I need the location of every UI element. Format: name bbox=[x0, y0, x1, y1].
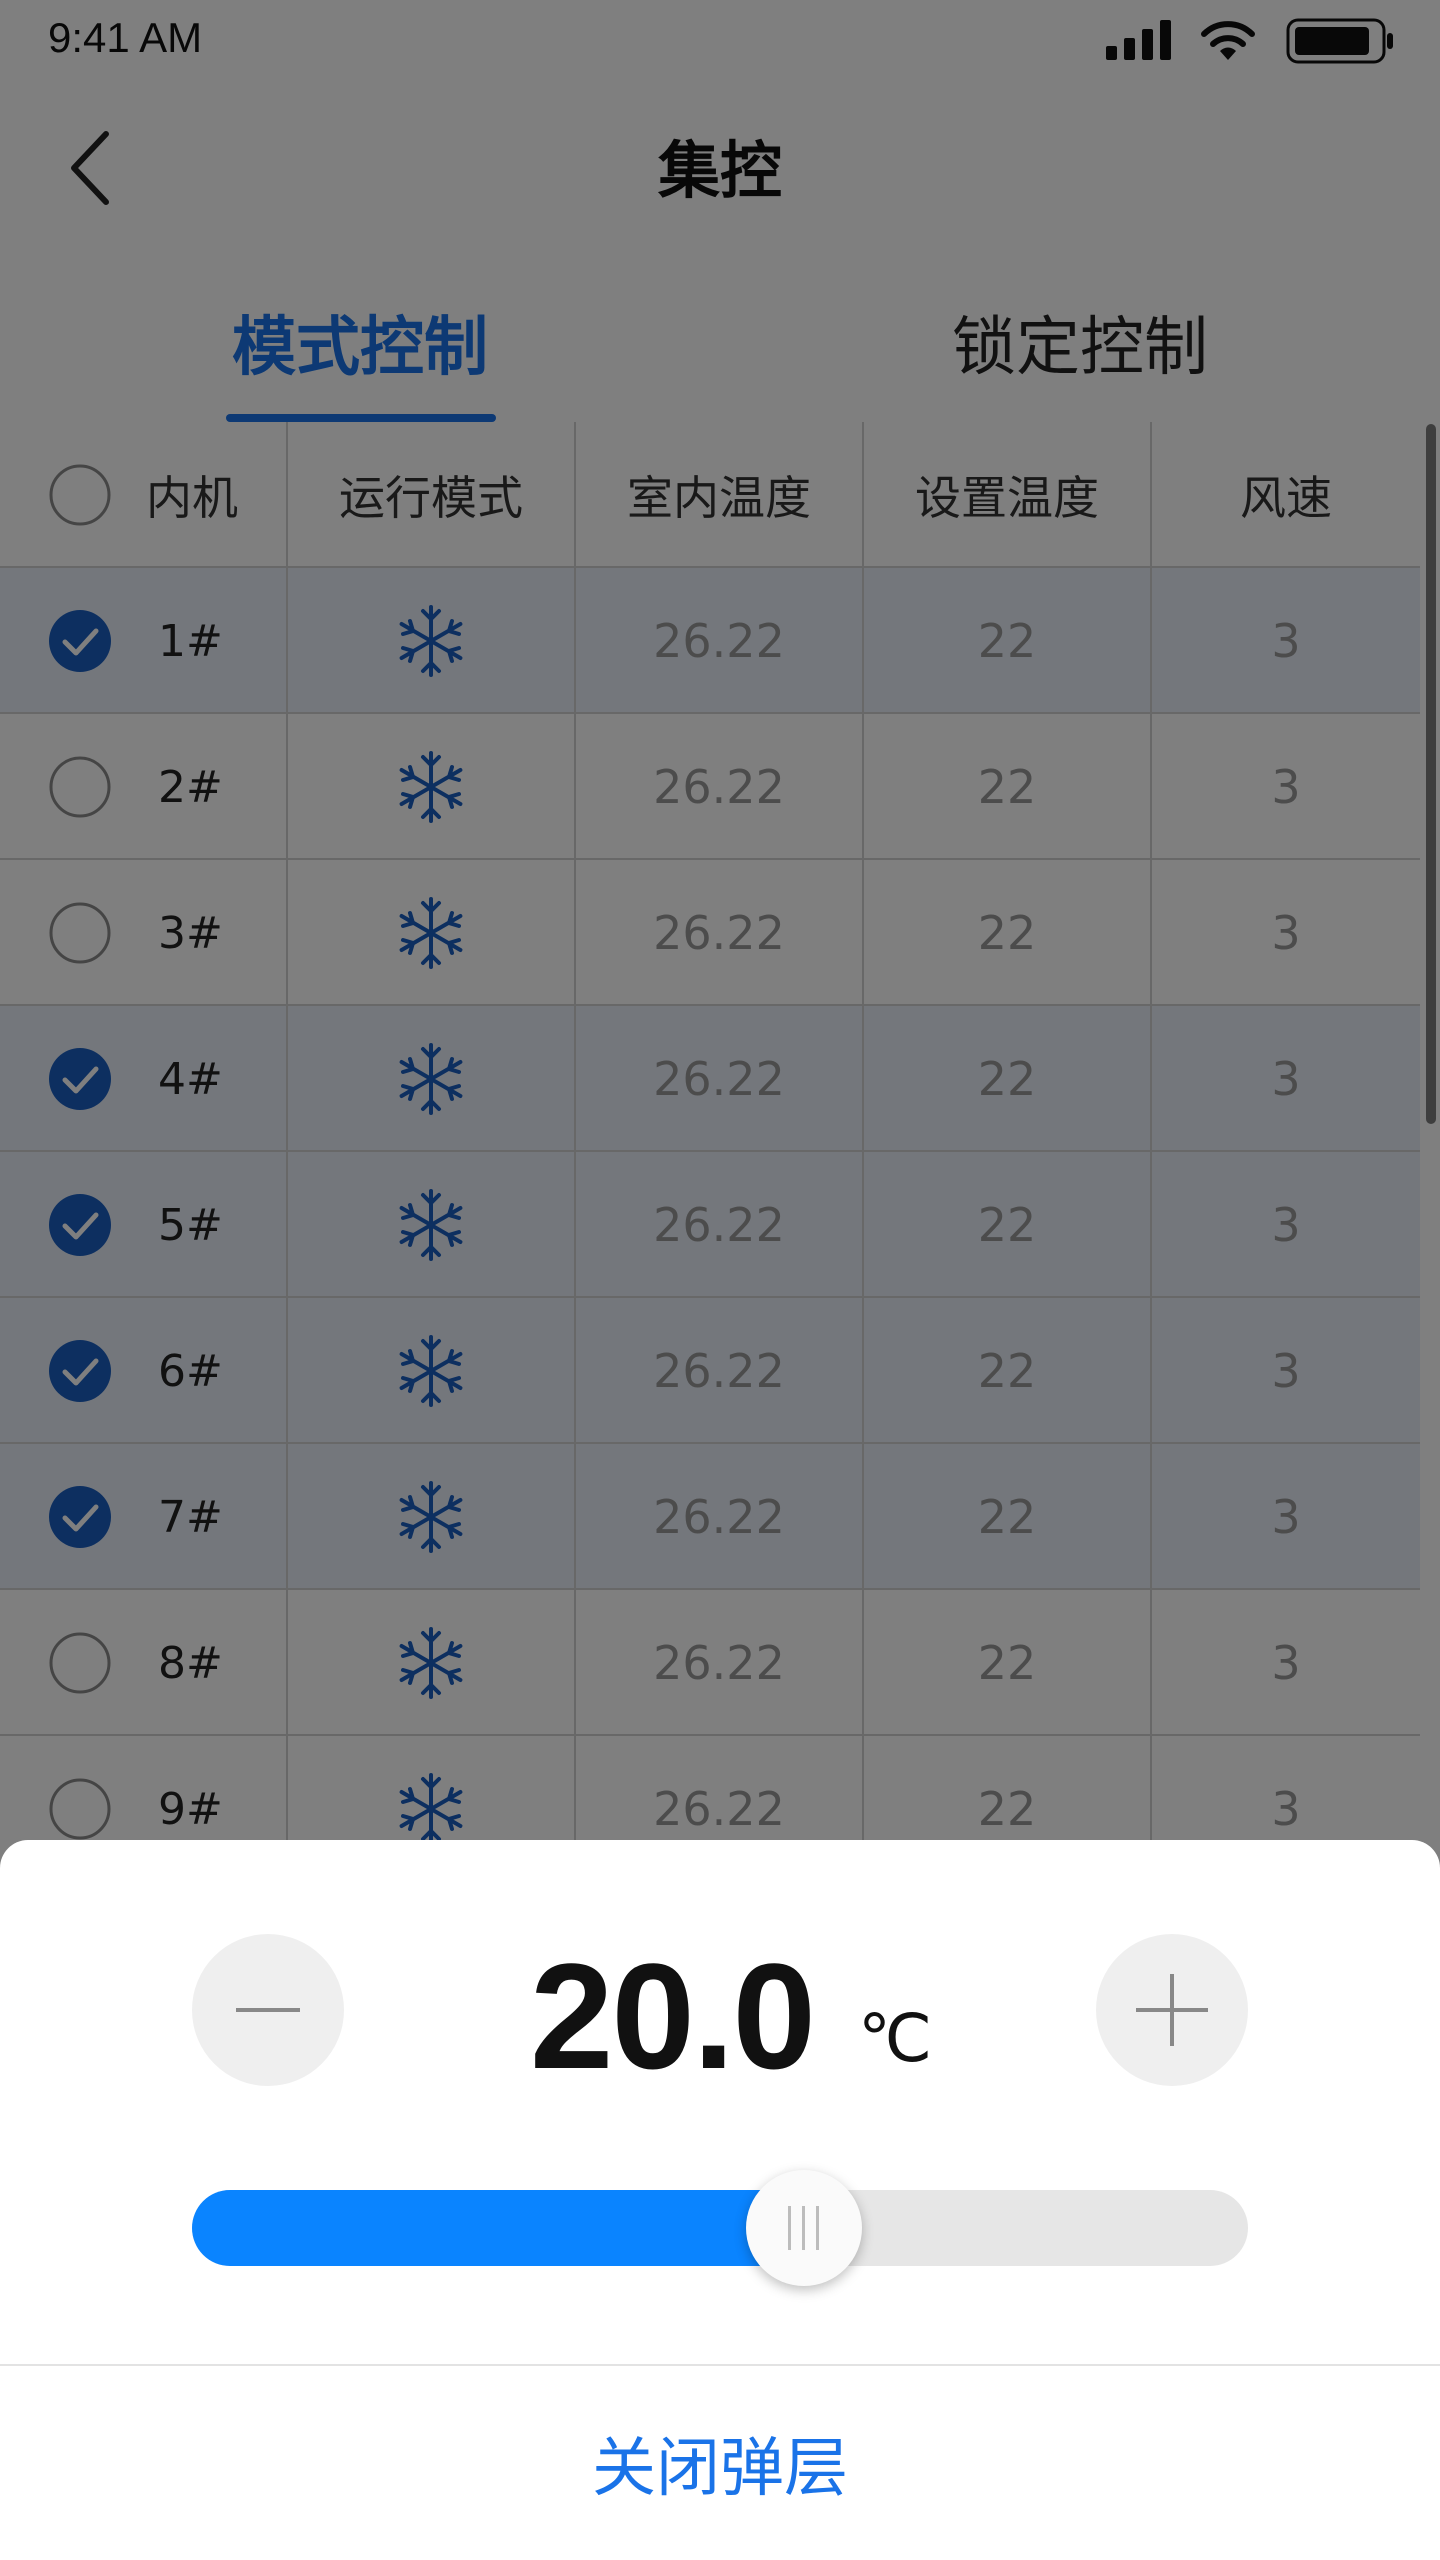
temperature-sheet: 20.0 ℃ 关闭弹层 bbox=[0, 1840, 1440, 2560]
increase-temp-button[interactable] bbox=[1096, 1934, 1248, 2086]
grip-line bbox=[802, 2206, 806, 2250]
temperature-unit: ℃ bbox=[858, 2001, 933, 2075]
grip-line bbox=[816, 2206, 820, 2250]
slider-thumb[interactable] bbox=[746, 2170, 863, 2286]
decrease-temp-button[interactable] bbox=[192, 1934, 344, 2086]
temperature-slider[interactable] bbox=[192, 2170, 1248, 2286]
grip-line bbox=[788, 2206, 792, 2250]
screen: 9:41 AM 集控 模式控制 锁定控制 bbox=[0, 0, 1440, 2560]
plus-icon-stem bbox=[1170, 1974, 1174, 2046]
slider-fill bbox=[192, 2190, 805, 2266]
minus-icon bbox=[236, 2008, 300, 2012]
close-sheet-button[interactable]: 关闭弹层 bbox=[0, 2366, 1440, 2560]
temperature-value: 20.0 bbox=[530, 1932, 816, 2100]
